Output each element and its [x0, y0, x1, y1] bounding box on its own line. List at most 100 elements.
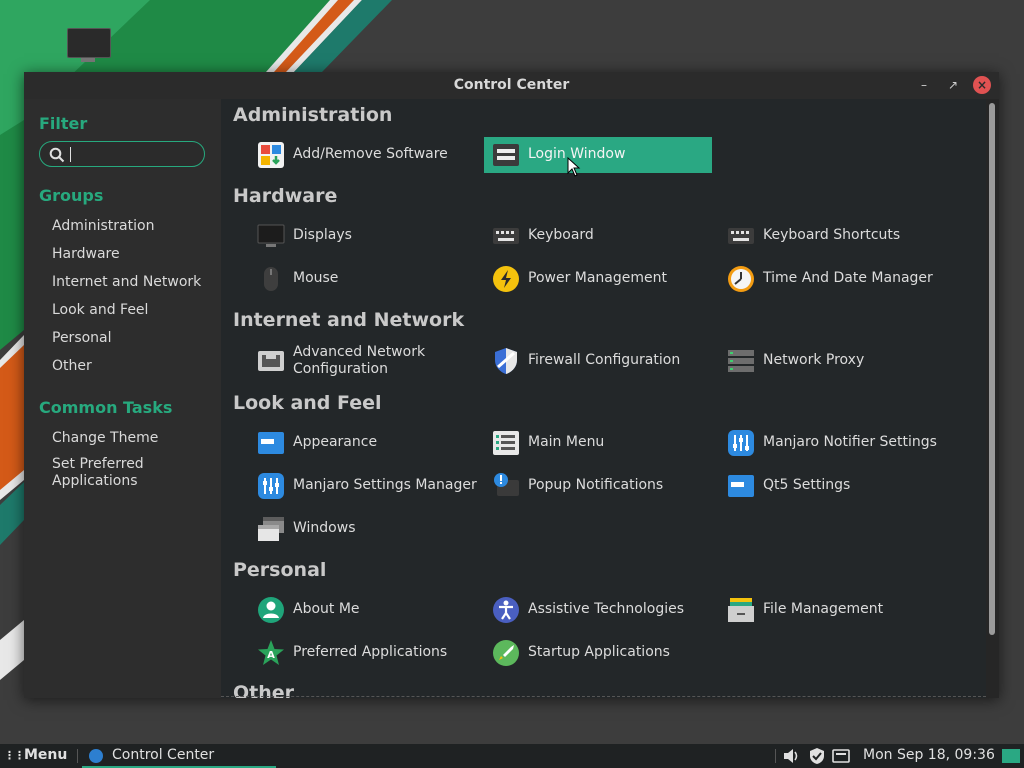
- item-assistive-technologies[interactable]: Assistive Technologies: [484, 592, 712, 628]
- maximize-icon[interactable]: ↗: [944, 76, 962, 94]
- package-icon: [258, 142, 284, 168]
- item-label: Qt5 Settings: [763, 477, 851, 493]
- item-label: Assistive Technologies: [528, 601, 685, 617]
- keyboard-icon: [493, 228, 519, 244]
- item-label: Windows: [293, 520, 356, 536]
- item-login-window[interactable]: Login Window: [484, 137, 712, 173]
- item-keyboard[interactable]: Keyboard: [484, 218, 712, 254]
- item-label: Appearance: [293, 434, 378, 450]
- windows-icon: [258, 517, 284, 541]
- section-title-personal: Personal: [233, 559, 327, 581]
- sidebar-item-administration[interactable]: Administration: [52, 218, 154, 234]
- item-displays[interactable]: Displays: [249, 218, 477, 254]
- item-label: Preferred Applications: [293, 644, 448, 660]
- item-label: Advanced Network Configuration: [293, 344, 426, 377]
- shield-icon[interactable]: [808, 747, 826, 765]
- qt5-settings-icon: [728, 475, 754, 497]
- item-label: Startup Applications: [528, 644, 670, 660]
- window-title: Control Center: [453, 77, 570, 93]
- close-icon[interactable]: ×: [973, 76, 991, 94]
- scrollbar-thumb[interactable]: [989, 103, 995, 635]
- item-manjaro-notifier-settings[interactable]: Manjaro Notifier Settings: [719, 425, 947, 461]
- sidebar-item-other[interactable]: Other: [52, 358, 92, 374]
- notifier-settings-icon: [728, 430, 754, 456]
- item-startup-applications[interactable]: Startup Applications: [484, 635, 712, 671]
- star-icon: A: [258, 640, 284, 665]
- groups-heading: Groups: [39, 186, 104, 205]
- task-set-preferred-applications[interactable]: Set Preferred Applications: [52, 456, 172, 490]
- item-label: Firewall Configuration: [528, 352, 681, 368]
- control-center-icon: [89, 749, 103, 763]
- item-label: Keyboard Shortcuts: [763, 227, 901, 243]
- sidebar-item-look-and-feel[interactable]: Look and Feel: [52, 302, 148, 318]
- item-popup-notifications[interactable]: Popup Notifications: [484, 468, 712, 504]
- item-label: Power Management: [528, 270, 668, 286]
- search-input[interactable]: [39, 141, 205, 167]
- item-label: Manjaro Notifier Settings: [763, 434, 937, 450]
- item-manjaro-settings-manager[interactable]: Manjaro Settings Manager: [249, 468, 477, 504]
- svg-text:A: A: [267, 650, 275, 661]
- item-label: Add/Remove Software: [293, 146, 448, 162]
- titlebar[interactable]: Control Center – ↗ ×: [24, 72, 999, 99]
- power-icon: [493, 266, 519, 292]
- taskbar: ⋮⋮Menu Control Center Mon Sep 18, 09:36: [0, 744, 1024, 768]
- item-keyboard-shortcuts[interactable]: Keyboard Shortcuts: [719, 218, 947, 254]
- sidebar: Filter Groups Administration Hardware In…: [24, 99, 221, 698]
- apps-grid-icon: ⋮⋮: [4, 749, 25, 762]
- item-preferred-applications[interactable]: A Preferred Applications: [249, 635, 477, 671]
- sidebar-item-hardware[interactable]: Hardware: [52, 246, 120, 262]
- sidebar-item-personal[interactable]: Personal: [52, 330, 112, 346]
- filter-heading: Filter: [39, 114, 88, 133]
- keyboard-shortcuts-icon: [728, 228, 754, 244]
- item-about-me[interactable]: About Me: [249, 592, 477, 628]
- content-scrollbar[interactable]: [987, 99, 999, 698]
- file-cabinet-icon: [728, 598, 754, 622]
- menu-button[interactable]: ⋮⋮Menu: [4, 747, 67, 763]
- volume-icon[interactable]: [782, 747, 800, 765]
- item-windows[interactable]: Windows: [249, 511, 477, 547]
- minimize-icon[interactable]: –: [915, 76, 933, 94]
- item-advanced-network-configuration[interactable]: Advanced Network Configuration: [249, 343, 477, 379]
- item-network-proxy[interactable]: Network Proxy: [719, 343, 947, 379]
- item-qt5-settings[interactable]: Qt5 Settings: [719, 468, 947, 504]
- item-label: Time And Date Manager: [763, 270, 933, 286]
- network-port-icon: [258, 351, 284, 371]
- item-firewall-configuration[interactable]: Firewall Configuration: [484, 343, 712, 379]
- monitor-icon: [257, 224, 285, 247]
- item-add-remove-software[interactable]: Add/Remove Software: [249, 137, 477, 173]
- mouse-cursor-icon: [567, 157, 581, 177]
- item-power-management[interactable]: Power Management: [484, 261, 712, 297]
- sidebar-item-internet-and-network[interactable]: Internet and Network: [52, 274, 201, 290]
- task-label: Control Center: [112, 747, 215, 763]
- computer-desktop-icon[interactable]: [67, 28, 111, 62]
- content-area: Administration Add/Remove Software Login…: [221, 99, 986, 698]
- item-label: Network Proxy: [763, 352, 865, 368]
- section-title-administration: Administration: [233, 104, 393, 126]
- item-time-and-date-manager[interactable]: Time And Date Manager: [719, 261, 947, 297]
- task-change-theme[interactable]: Change Theme: [52, 430, 158, 446]
- item-label: About Me: [293, 601, 360, 617]
- content-bottom-border: [221, 696, 986, 697]
- item-mouse[interactable]: Mouse: [249, 261, 477, 297]
- item-label: Main Menu: [528, 434, 605, 450]
- clock[interactable]: Mon Sep 18, 09:36: [863, 747, 995, 763]
- item-appearance[interactable]: Appearance: [249, 425, 477, 461]
- menu-label: Menu: [24, 747, 68, 763]
- item-label: Popup Notifications: [528, 477, 664, 493]
- keyboard-icon[interactable]: [832, 747, 850, 765]
- user-icon: [258, 597, 284, 623]
- item-main-menu[interactable]: Main Menu: [484, 425, 712, 461]
- menu-editor-icon: [493, 431, 519, 455]
- appearance-icon: [258, 432, 284, 454]
- taskbar-separator: [77, 749, 78, 763]
- shield-icon: [495, 348, 517, 374]
- show-desktop-button[interactable]: [1002, 749, 1020, 763]
- item-label: Keyboard: [528, 227, 594, 243]
- common-tasks-heading: Common Tasks: [39, 398, 173, 417]
- item-label: Manjaro Settings Manager: [293, 477, 477, 493]
- settings-manager-icon: [258, 473, 284, 499]
- notification-icon: [494, 473, 519, 496]
- accessibility-icon: [493, 597, 519, 623]
- item-file-management[interactable]: File Management: [719, 592, 947, 628]
- taskbar-task-control-center[interactable]: Control Center: [82, 744, 276, 768]
